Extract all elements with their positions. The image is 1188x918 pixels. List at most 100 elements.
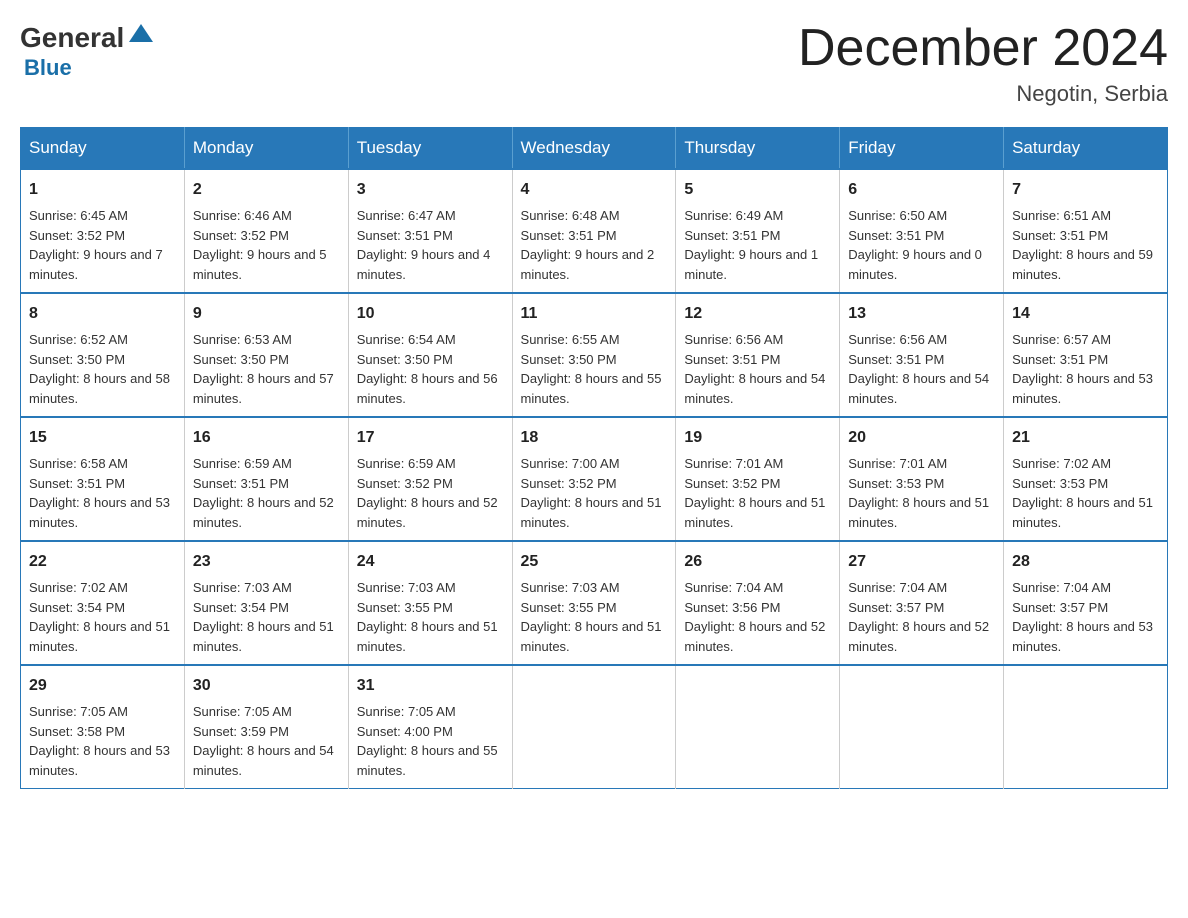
sunrise-text: Sunrise: 6:55 AM: [521, 332, 620, 347]
sunset-text: Sunset: 3:52 PM: [684, 476, 780, 491]
daylight-text: Daylight: 8 hours and 54 minutes.: [193, 743, 334, 778]
sunset-text: Sunset: 3:51 PM: [193, 476, 289, 491]
sunset-text: Sunset: 3:57 PM: [848, 600, 944, 615]
daylight-text: Daylight: 8 hours and 55 minutes.: [357, 743, 498, 778]
calendar-week-row: 15 Sunrise: 6:58 AM Sunset: 3:51 PM Dayl…: [21, 417, 1168, 541]
sunrise-text: Sunrise: 6:59 AM: [193, 456, 292, 471]
day-number: 29: [29, 674, 176, 698]
table-row: [1004, 665, 1168, 789]
sunset-text: Sunset: 3:51 PM: [521, 228, 617, 243]
day-number: 13: [848, 302, 995, 326]
table-row: 21 Sunrise: 7:02 AM Sunset: 3:53 PM Dayl…: [1004, 417, 1168, 541]
day-number: 8: [29, 302, 176, 326]
daylight-text: Daylight: 8 hours and 56 minutes.: [357, 371, 498, 406]
sunrise-text: Sunrise: 7:03 AM: [521, 580, 620, 595]
sunset-text: Sunset: 3:56 PM: [684, 600, 780, 615]
sunset-text: Sunset: 3:51 PM: [29, 476, 125, 491]
sunrise-text: Sunrise: 6:57 AM: [1012, 332, 1111, 347]
sunrise-text: Sunrise: 6:54 AM: [357, 332, 456, 347]
sunset-text: Sunset: 3:54 PM: [29, 600, 125, 615]
day-number: 3: [357, 178, 504, 202]
sunrise-text: Sunrise: 7:03 AM: [193, 580, 292, 595]
day-number: 23: [193, 550, 340, 574]
table-row: 12 Sunrise: 6:56 AM Sunset: 3:51 PM Dayl…: [676, 293, 840, 417]
table-row: 19 Sunrise: 7:01 AM Sunset: 3:52 PM Dayl…: [676, 417, 840, 541]
day-number: 12: [684, 302, 831, 326]
table-row: 6 Sunrise: 6:50 AM Sunset: 3:51 PM Dayli…: [840, 169, 1004, 293]
sunset-text: Sunset: 3:52 PM: [521, 476, 617, 491]
daylight-text: Daylight: 8 hours and 51 minutes.: [1012, 495, 1153, 530]
calendar-header-row: Sunday Monday Tuesday Wednesday Thursday…: [21, 128, 1168, 170]
logo-arrow-icon: [127, 20, 155, 48]
table-row: 8 Sunrise: 6:52 AM Sunset: 3:50 PM Dayli…: [21, 293, 185, 417]
daylight-text: Daylight: 8 hours and 51 minutes.: [521, 495, 662, 530]
sunset-text: Sunset: 3:50 PM: [521, 352, 617, 367]
daylight-text: Daylight: 8 hours and 51 minutes.: [848, 495, 989, 530]
table-row: 29 Sunrise: 7:05 AM Sunset: 3:58 PM Dayl…: [21, 665, 185, 789]
daylight-text: Daylight: 8 hours and 57 minutes.: [193, 371, 334, 406]
sunrise-text: Sunrise: 6:52 AM: [29, 332, 128, 347]
daylight-text: Daylight: 8 hours and 58 minutes.: [29, 371, 170, 406]
daylight-text: Daylight: 9 hours and 5 minutes.: [193, 247, 327, 282]
day-number: 26: [684, 550, 831, 574]
sunrise-text: Sunrise: 6:46 AM: [193, 208, 292, 223]
sunset-text: Sunset: 3:52 PM: [193, 228, 289, 243]
calendar-week-row: 8 Sunrise: 6:52 AM Sunset: 3:50 PM Dayli…: [21, 293, 1168, 417]
day-number: 6: [848, 178, 995, 202]
day-number: 25: [521, 550, 668, 574]
daylight-text: Daylight: 9 hours and 7 minutes.: [29, 247, 163, 282]
day-number: 9: [193, 302, 340, 326]
sunset-text: Sunset: 3:58 PM: [29, 724, 125, 739]
table-row: [840, 665, 1004, 789]
day-number: 27: [848, 550, 995, 574]
daylight-text: Daylight: 9 hours and 2 minutes.: [521, 247, 655, 282]
sunrise-text: Sunrise: 6:48 AM: [521, 208, 620, 223]
day-number: 28: [1012, 550, 1159, 574]
sunrise-text: Sunrise: 7:03 AM: [357, 580, 456, 595]
sunset-text: Sunset: 3:51 PM: [848, 228, 944, 243]
sunset-text: Sunset: 3:51 PM: [1012, 228, 1108, 243]
daylight-text: Daylight: 9 hours and 0 minutes.: [848, 247, 982, 282]
daylight-text: Daylight: 8 hours and 52 minutes.: [193, 495, 334, 530]
table-row: 4 Sunrise: 6:48 AM Sunset: 3:51 PM Dayli…: [512, 169, 676, 293]
day-number: 4: [521, 178, 668, 202]
table-row: 20 Sunrise: 7:01 AM Sunset: 3:53 PM Dayl…: [840, 417, 1004, 541]
daylight-text: Daylight: 8 hours and 55 minutes.: [521, 371, 662, 406]
table-row: 10 Sunrise: 6:54 AM Sunset: 3:50 PM Dayl…: [348, 293, 512, 417]
table-row: 14 Sunrise: 6:57 AM Sunset: 3:51 PM Dayl…: [1004, 293, 1168, 417]
table-row: 23 Sunrise: 7:03 AM Sunset: 3:54 PM Dayl…: [184, 541, 348, 665]
sunset-text: Sunset: 3:52 PM: [357, 476, 453, 491]
daylight-text: Daylight: 8 hours and 53 minutes.: [1012, 371, 1153, 406]
table-row: 1 Sunrise: 6:45 AM Sunset: 3:52 PM Dayli…: [21, 169, 185, 293]
table-row: 22 Sunrise: 7:02 AM Sunset: 3:54 PM Dayl…: [21, 541, 185, 665]
table-row: 18 Sunrise: 7:00 AM Sunset: 3:52 PM Dayl…: [512, 417, 676, 541]
daylight-text: Daylight: 8 hours and 51 minutes.: [684, 495, 825, 530]
sunset-text: Sunset: 4:00 PM: [357, 724, 453, 739]
daylight-text: Daylight: 8 hours and 51 minutes.: [193, 619, 334, 654]
day-number: 15: [29, 426, 176, 450]
table-row: 7 Sunrise: 6:51 AM Sunset: 3:51 PM Dayli…: [1004, 169, 1168, 293]
logo-blue-text: Blue: [24, 55, 72, 81]
sunrise-text: Sunrise: 7:00 AM: [521, 456, 620, 471]
day-number: 21: [1012, 426, 1159, 450]
sunrise-text: Sunrise: 6:45 AM: [29, 208, 128, 223]
daylight-text: Daylight: 8 hours and 53 minutes.: [1012, 619, 1153, 654]
sunrise-text: Sunrise: 6:59 AM: [357, 456, 456, 471]
sunrise-text: Sunrise: 7:02 AM: [1012, 456, 1111, 471]
sunrise-text: Sunrise: 6:50 AM: [848, 208, 947, 223]
logo: General Blue: [20, 20, 158, 81]
calendar-week-row: 1 Sunrise: 6:45 AM Sunset: 3:52 PM Dayli…: [21, 169, 1168, 293]
table-row: 30 Sunrise: 7:05 AM Sunset: 3:59 PM Dayl…: [184, 665, 348, 789]
daylight-text: Daylight: 8 hours and 51 minutes.: [521, 619, 662, 654]
sunrise-text: Sunrise: 6:58 AM: [29, 456, 128, 471]
table-row: [512, 665, 676, 789]
sunset-text: Sunset: 3:50 PM: [29, 352, 125, 367]
table-row: 24 Sunrise: 7:03 AM Sunset: 3:55 PM Dayl…: [348, 541, 512, 665]
day-number: 11: [521, 302, 668, 326]
day-number: 22: [29, 550, 176, 574]
table-row: 5 Sunrise: 6:49 AM Sunset: 3:51 PM Dayli…: [676, 169, 840, 293]
title-area: December 2024 Negotin, Serbia: [798, 20, 1168, 107]
col-thursday: Thursday: [676, 128, 840, 170]
sunset-text: Sunset: 3:53 PM: [1012, 476, 1108, 491]
daylight-text: Daylight: 8 hours and 52 minutes.: [684, 619, 825, 654]
